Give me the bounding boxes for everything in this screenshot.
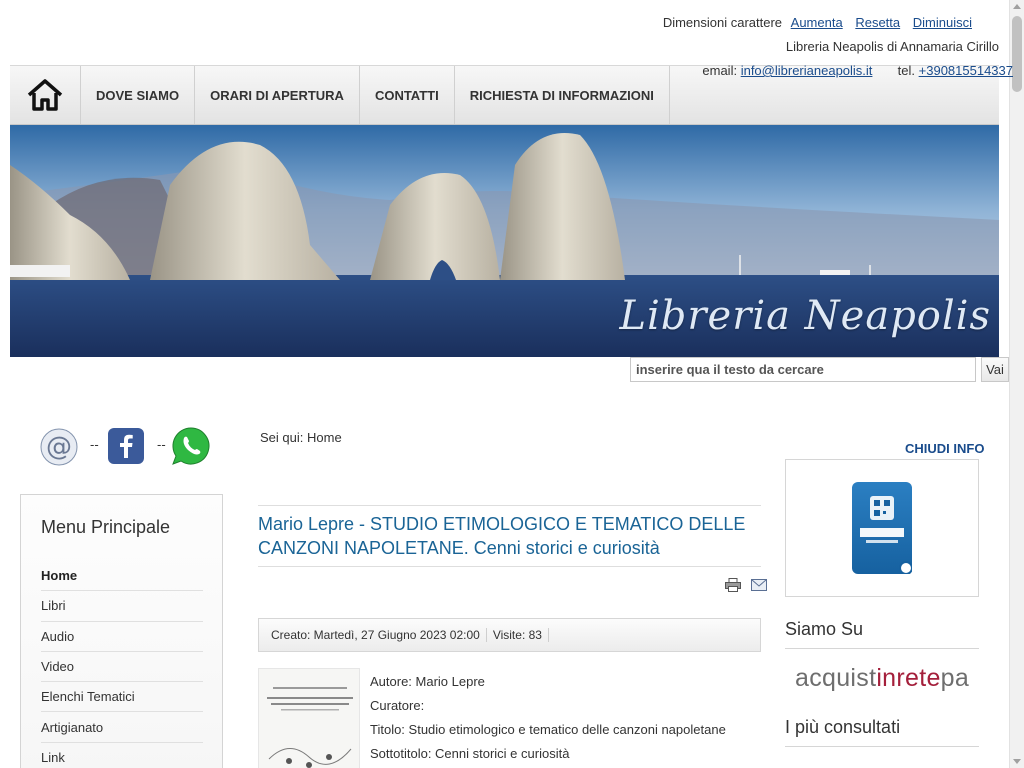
phone-label: tel. <box>897 63 916 78</box>
email-icon[interactable]: @ <box>40 428 78 466</box>
banner-title: Libreria Neapolis <box>619 293 991 339</box>
font-size-label: Dimensioni carattere <box>662 15 783 30</box>
top-utility-bar: Dimensioni carattere Aumenta Resetta Dim… <box>0 0 1010 64</box>
acquistinretepa-logo[interactable]: acquistinretepa <box>795 664 969 693</box>
article-tools <box>725 578 767 592</box>
main-menu: Menu Principale Home Libri Audio Video E… <box>20 494 223 768</box>
home-icon <box>27 79 63 111</box>
scroll-down-icon[interactable] <box>1013 759 1021 764</box>
book-title: Titolo: Studio etimologico e tematico de… <box>370 722 726 737</box>
font-reset-link[interactable]: Resetta <box>855 15 900 30</box>
phone-link[interactable]: +390815514337 <box>919 63 1013 78</box>
menu-item-libri[interactable]: Libri <box>41 591 203 622</box>
search-input[interactable] <box>630 357 976 382</box>
breadcrumb: Sei qui: Home <box>260 430 342 445</box>
social-separator: -- <box>90 437 99 452</box>
article-info: Creato: Martedì, 27 Giugno 2023 02:00 Vi… <box>258 618 761 652</box>
breadcrumb-current: Home <box>307 430 342 445</box>
book-cover-image <box>258 668 360 768</box>
carta-docente-banner[interactable] <box>785 459 979 597</box>
contact-info: email: info@librerianeapolis.it tel. +39… <box>702 63 1013 78</box>
search-button[interactable]: Vai <box>981 357 1009 382</box>
nav-item-contatti[interactable]: CONTATTI <box>360 66 455 124</box>
email-icon[interactable] <box>751 579 767 591</box>
breadcrumb-prefix: Sei qui: <box>260 430 304 445</box>
font-decrease-link[interactable]: Diminuisci <box>913 15 972 30</box>
menu-item-elenchi-tematici[interactable]: Elenchi Tematici <box>41 682 203 713</box>
scroll-up-icon[interactable] <box>1013 4 1021 9</box>
font-size-controls: Dimensioni carattere Aumenta Resetta Dim… <box>663 15 972 30</box>
owner-text: Libreria Neapolis di Annamaria Cirillo <box>785 39 999 54</box>
menu-heading: Menu Principale <box>41 517 171 537</box>
print-icon[interactable] <box>725 578 741 592</box>
menu-item-audio[interactable]: Audio <box>41 622 203 652</box>
book-subtitle: Sottotitolo: Cenni storici e curiosità <box>370 746 570 761</box>
menu-list: Home Libri Audio Video Elenchi Tematici … <box>41 561 203 768</box>
carta-docente-icon <box>852 482 913 575</box>
menu-item-home[interactable]: Home <box>41 561 203 592</box>
social-links: @ -- -- <box>40 425 215 469</box>
book-author: Autore: Mario Lepre <box>370 674 485 689</box>
article-title[interactable]: Mario Lepre - STUDIO ETIMOLOGICO E TEMAT… <box>258 505 761 567</box>
book-curator: Curatore: <box>370 698 425 713</box>
nav-item-richiesta-info[interactable]: RICHIESTA DI INFORMAZIONI <box>455 66 670 124</box>
menu-item-artigianato[interactable]: Artigianato <box>41 712 203 743</box>
siamo-su-heading: Siamo Su <box>785 619 979 649</box>
font-increase-link[interactable]: Aumenta <box>791 15 843 30</box>
email-label: email: <box>702 63 738 78</box>
visit-count: Visite: 83 <box>487 628 549 642</box>
header-banner: Libreria Neapolis <box>10 125 999 357</box>
facebook-icon[interactable] <box>108 428 144 464</box>
nav-item-orari[interactable]: ORARI DI APERTURA <box>195 66 360 124</box>
nav-home-button[interactable] <box>10 66 81 124</box>
email-link[interactable]: info@librerianeapolis.it <box>741 63 873 78</box>
close-info-link[interactable]: CHIUDI INFO <box>905 441 984 456</box>
created-date: Creato: Martedì, 27 Giugno 2023 02:00 <box>271 628 487 642</box>
scroll-thumb[interactable] <box>1012 16 1022 92</box>
menu-item-video[interactable]: Video <box>41 652 203 683</box>
svg-text:@: @ <box>46 432 72 462</box>
nav-item-dove-siamo[interactable]: DOVE SIAMO <box>81 66 196 124</box>
social-separator: -- <box>157 437 166 452</box>
whatsapp-icon[interactable] <box>170 425 212 467</box>
page-scrollbar[interactable] <box>1009 0 1024 768</box>
piu-consultati-heading: I più consultati <box>785 717 979 747</box>
menu-item-link[interactable]: Link <box>41 743 203 768</box>
